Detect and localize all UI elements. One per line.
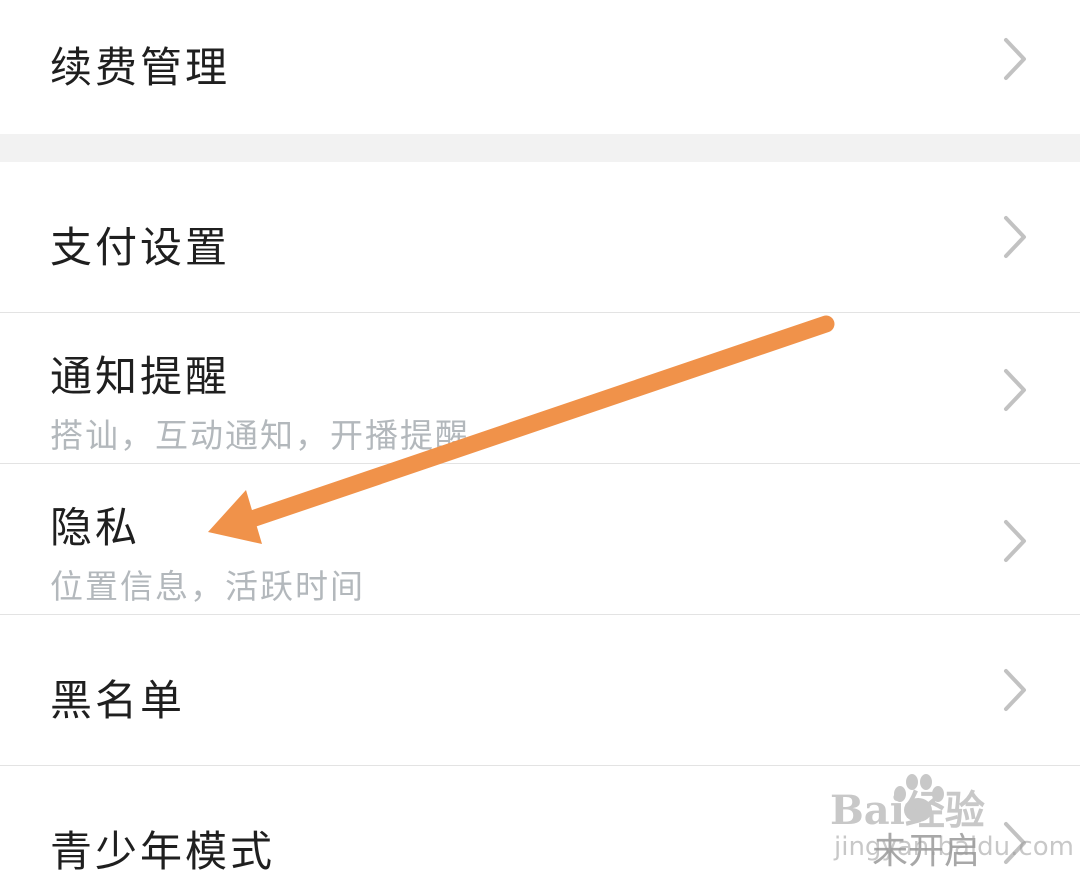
menu-item-privacy[interactable]: 隐私 位置信息，活跃时间 [0,464,1080,614]
chevron-right-icon [1004,38,1026,80]
menu-item-teen-mode[interactable]: 青少年模式 未开启 [0,766,1080,893]
chevron-right-icon [1004,520,1026,562]
menu-item-title: 青少年模式 [50,827,276,876]
menu-item-notifications[interactable]: 通知提醒 搭讪，互动通知，开播提醒 [0,313,1080,463]
menu-item-payment[interactable]: 支付设置 [0,162,1080,312]
settings-screen: 续费管理 支付设置 通知提醒 搭讪，互动通知，开播提醒 隐私 位置信息，活跃时间… [0,0,1080,893]
menu-item-subtitle: 位置信息，活跃时间 [50,567,365,606]
chevron-right-icon [1004,822,1026,864]
menu-item-title: 隐私 [50,503,141,552]
menu-item-title: 黑名单 [50,676,186,725]
section-gap [0,134,1080,162]
chevron-right-icon [1004,369,1026,411]
menu-item-renewal[interactable]: 续费管理 [0,0,1080,134]
menu-item-title: 通知提醒 [50,352,231,401]
chevron-right-icon [1004,669,1026,711]
chevron-right-icon [1004,216,1026,258]
menu-item-subtitle: 搭讪，互动通知，开播提醒 [50,416,470,455]
menu-item-blacklist[interactable]: 黑名单 [0,615,1080,765]
menu-item-value: 未开启 [871,831,980,872]
menu-item-title: 支付设置 [50,223,231,272]
menu-item-title: 续费管理 [50,43,231,92]
